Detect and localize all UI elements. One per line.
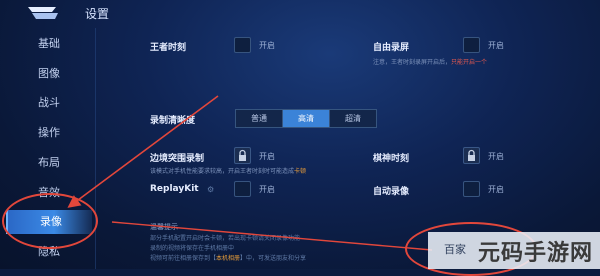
watermark-small-text: 百家 <box>444 243 466 256</box>
annotation-circle-recording <box>2 193 98 249</box>
watermark-logo-text: 元码手游网 <box>478 241 594 266</box>
